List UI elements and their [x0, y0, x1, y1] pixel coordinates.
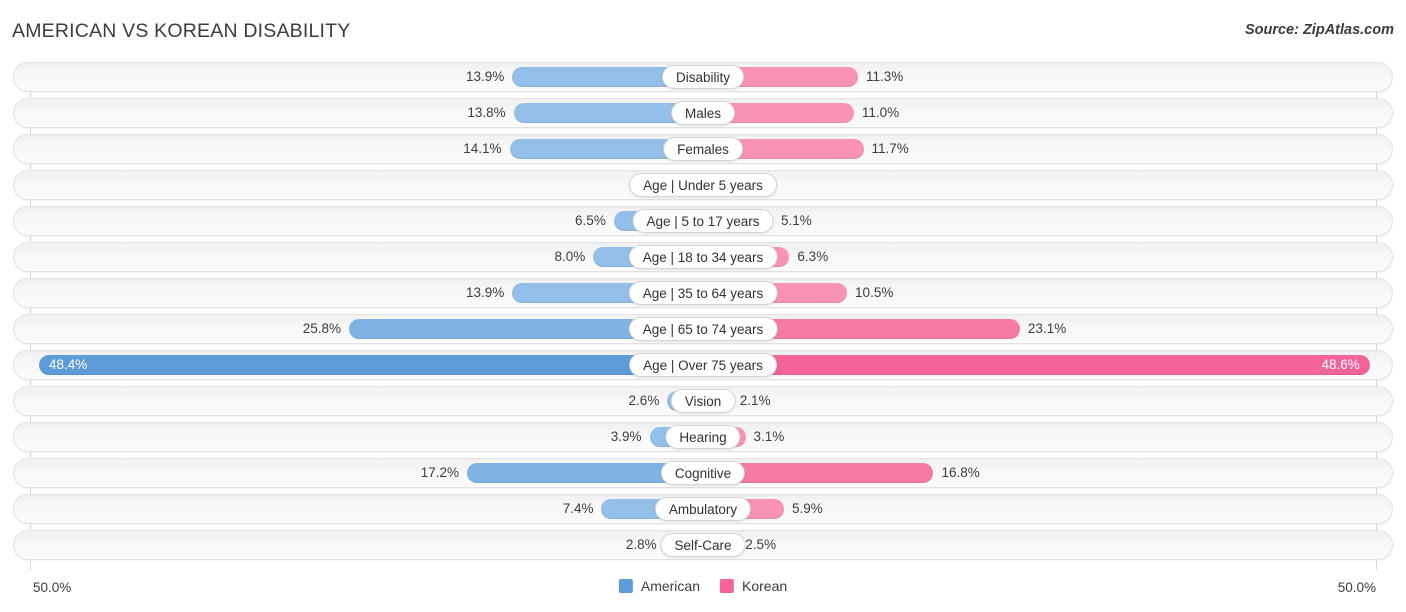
- value-label-korean: 3.1%: [753, 429, 785, 444]
- category-label-pill[interactable]: Age | 5 to 17 years: [632, 209, 774, 233]
- value-label-american: 17.2%: [420, 465, 460, 480]
- chart-row[interactable]: 2.8% 2.5% Self-Care: [0, 530, 1406, 560]
- value-label-korean: 2.5%: [745, 537, 777, 552]
- chart-header: AMERICAN VS KOREAN DISABILITY Source: Zi…: [0, 0, 1406, 60]
- value-label-american: 14.1%: [463, 141, 502, 156]
- category-label-pill[interactable]: Ambulatory: [654, 497, 752, 521]
- value-label-american: 48.4%: [48, 357, 88, 372]
- chart-legend: American Korean: [618, 578, 788, 594]
- value-label-american: 8.0%: [554, 249, 586, 264]
- value-label-american: 13.9%: [466, 285, 505, 300]
- value-label-american: 2.6%: [628, 393, 660, 408]
- chart-plot-area: 13.9% 11.3% Disability 13.8% 11.0% Males 14.1%…: [0, 62, 1406, 570]
- category-label-pill[interactable]: Disability: [661, 65, 745, 89]
- chart-row[interactable]: 3.9% 3.1% Hearing: [0, 422, 1406, 452]
- value-label-korean: 2.1%: [739, 393, 771, 408]
- page-title: AMERICAN VS KOREAN DISABILITY: [12, 20, 351, 42]
- bar-korean[interactable]: [703, 355, 1370, 375]
- value-label-american: 13.8%: [467, 105, 506, 120]
- value-label-korean: 5.9%: [791, 501, 823, 516]
- chart-row[interactable]: 7.4% 5.9% Ambulatory: [0, 494, 1406, 524]
- category-label-pill[interactable]: Age | Over 75 years: [629, 353, 777, 377]
- category-label-pill[interactable]: Vision: [670, 389, 736, 413]
- value-label-korean: 16.8%: [941, 465, 980, 480]
- legend-swatch-icon: [618, 579, 633, 593]
- category-label-pill[interactable]: Age | 35 to 64 years: [628, 281, 778, 305]
- value-label-korean: 11.0%: [861, 105, 900, 120]
- legend-label: American: [640, 578, 700, 594]
- value-label-korean: 23.1%: [1027, 321, 1067, 336]
- chart-row[interactable]: 6.5% 5.1% Age | 5 to 17 years: [0, 206, 1406, 236]
- category-label-pill[interactable]: Hearing: [665, 425, 741, 449]
- value-label-american: 13.9%: [466, 69, 505, 84]
- bar-american[interactable]: [38, 355, 703, 375]
- category-label-pill[interactable]: Cognitive: [660, 461, 746, 485]
- axis-label-left: 50.0%: [33, 580, 72, 595]
- value-label-american: 25.8%: [302, 321, 342, 336]
- chart-row[interactable]: 25.8% 23.1% Age | 65 to 74 years: [0, 314, 1406, 344]
- chart-footer: 50.0% 50.0% American Korean: [0, 572, 1406, 612]
- chart-row[interactable]: 2.6% 2.1% Vision: [0, 386, 1406, 416]
- chart-row[interactable]: 13.8% 11.0% Males: [0, 98, 1406, 128]
- value-label-american: 3.9%: [610, 429, 642, 444]
- value-label-korean: 11.3%: [866, 69, 904, 84]
- legend-item[interactable]: American: [618, 578, 700, 594]
- value-label-american: 2.8%: [625, 537, 657, 552]
- category-label-pill[interactable]: Males: [670, 101, 736, 125]
- chart-row[interactable]: 13.9% 11.3% Disability: [0, 62, 1406, 92]
- legend-label: Korean: [741, 578, 788, 594]
- value-label-korean: 5.1%: [780, 213, 812, 228]
- chart-rows: 13.9% 11.3% Disability 13.8% 11.0% Males 14.1%…: [0, 62, 1406, 566]
- value-label-american: 7.4%: [562, 501, 594, 516]
- chart-row[interactable]: 17.2% 16.8% Cognitive: [0, 458, 1406, 488]
- axis-label-right: 50.0%: [1337, 580, 1376, 595]
- source-attribution: Source: ZipAtlas.com: [1244, 22, 1394, 38]
- chart-row[interactable]: 1.9%1.2%Age | Under 5 years: [0, 170, 1406, 200]
- category-label-pill[interactable]: Age | 18 to 34 years: [628, 245, 778, 269]
- legend-swatch-icon: [719, 579, 734, 593]
- chart-row[interactable]: 8.0% 6.3% Age | 18 to 34 years: [0, 242, 1406, 272]
- category-label-pill[interactable]: Age | Under 5 years: [629, 173, 777, 197]
- value-label-korean: 10.5%: [855, 285, 894, 300]
- legend-item[interactable]: Korean: [719, 578, 788, 594]
- category-label-pill[interactable]: Self-Care: [660, 533, 746, 557]
- chart-row[interactable]: 13.9% 10.5% Age | 35 to 64 years: [0, 278, 1406, 308]
- value-label-american: 6.5%: [575, 213, 606, 228]
- value-label-korean: 6.3%: [797, 249, 829, 264]
- category-label-pill[interactable]: Females: [663, 137, 743, 161]
- value-label-korean: 48.6%: [1321, 357, 1360, 372]
- value-label-korean: 11.7%: [871, 141, 909, 156]
- category-label-pill[interactable]: Age | 65 to 74 years: [628, 317, 778, 341]
- chart-row[interactable]: 14.1% 11.7% Females: [0, 134, 1406, 164]
- chart-row[interactable]: 48.4% 48.6% Age | Over 75 years: [0, 350, 1406, 380]
